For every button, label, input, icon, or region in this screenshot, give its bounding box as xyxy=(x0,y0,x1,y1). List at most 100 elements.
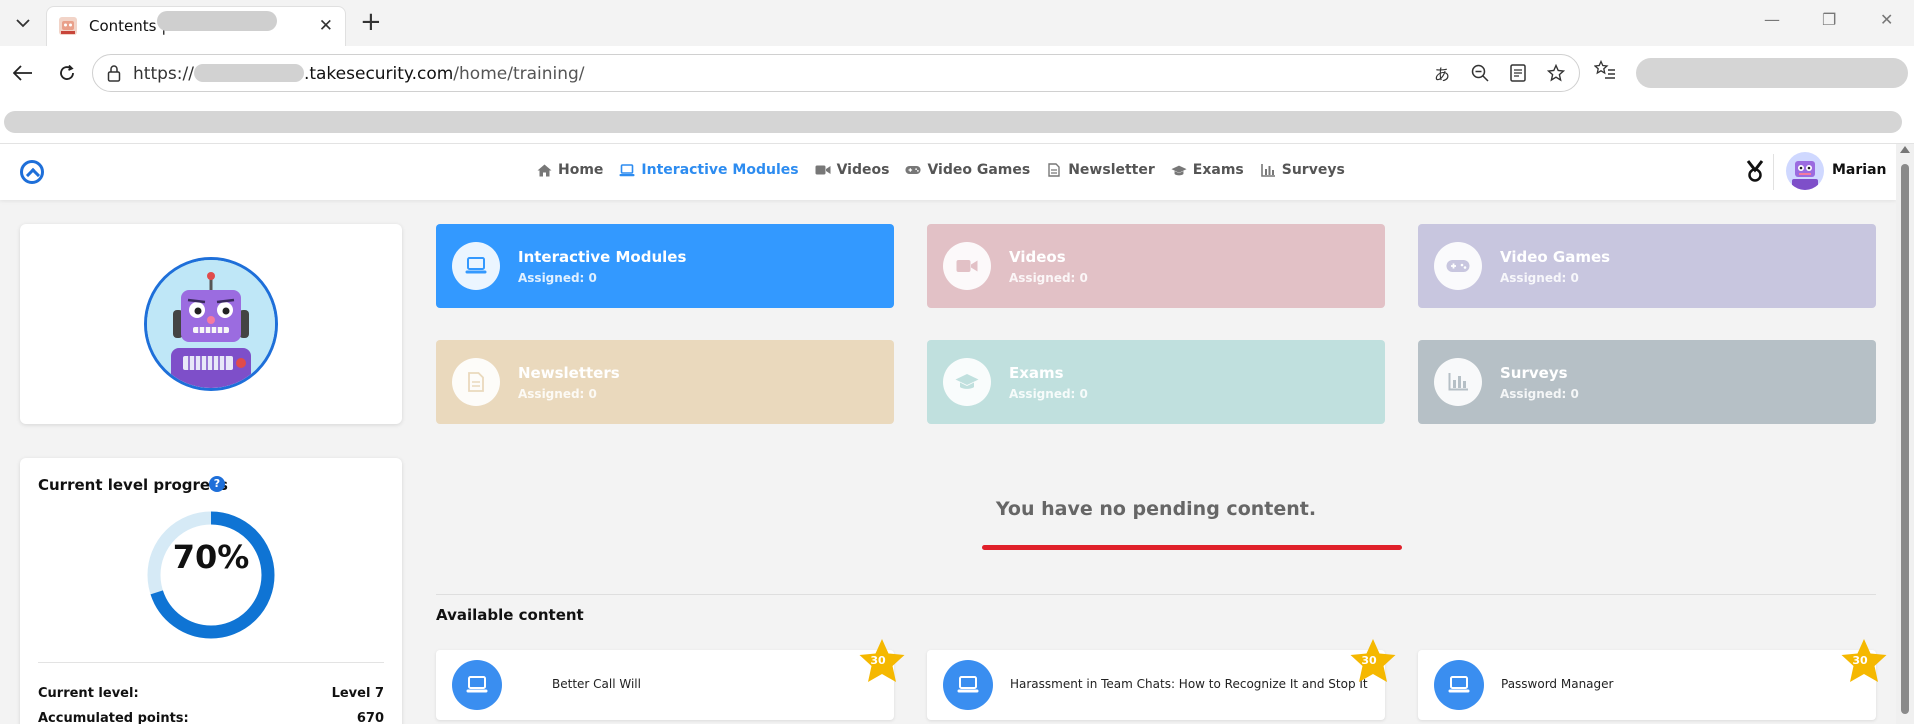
home-icon xyxy=(536,163,552,177)
menu-item-newsletter[interactable]: Newsletter xyxy=(1046,162,1155,178)
redacted-bookmarks xyxy=(4,111,1902,133)
menu-label-videos: Videos xyxy=(836,162,890,178)
menu-label-video-games: Video Games xyxy=(927,162,1031,178)
bar-chart-icon xyxy=(1260,163,1276,177)
laptop-icon xyxy=(452,660,502,710)
document-icon xyxy=(452,358,500,406)
tab-list-chevron-icon[interactable] xyxy=(10,10,36,36)
url-host: .takesecurity.com xyxy=(303,64,454,84)
points-badge: 30 xyxy=(1361,654,1377,667)
page-viewport: Home Interactive Modules Videos Video Ga… xyxy=(0,144,1896,724)
new-tab-plus-icon[interactable]: + xyxy=(360,9,382,35)
favorites-list-icon[interactable] xyxy=(1593,59,1616,84)
reload-icon[interactable] xyxy=(54,60,80,86)
lock-icon[interactable] xyxy=(107,64,121,86)
menu-item-home[interactable]: Home xyxy=(536,162,603,178)
category-tile-interactive-modules[interactable]: Interactive Modules Assigned: 0 xyxy=(436,224,894,308)
level-progress-card: Current level progress ? 70% Current lev… xyxy=(20,458,402,724)
points-value: 670 xyxy=(356,711,384,724)
content-card[interactable]: Harassment in Team Chats: How to Recogni… xyxy=(927,639,1396,720)
favorite-star-icon[interactable] xyxy=(1545,62,1567,84)
back-arrow-icon[interactable] xyxy=(10,60,36,86)
tab-title: Contents | xyxy=(89,17,167,35)
category-tile-newsletters[interactable]: Newsletters Assigned: 0 xyxy=(436,340,894,424)
minimize-icon[interactable]: — xyxy=(1764,10,1780,29)
scroll-up-arrow-icon[interactable] xyxy=(1900,146,1910,153)
progress-percent: 70% xyxy=(172,538,250,576)
menu-item-exams[interactable]: Exams xyxy=(1171,162,1244,178)
category-tile-exams[interactable]: Exams Assigned: 0 xyxy=(927,340,1385,424)
menu-item-videos[interactable]: Videos xyxy=(815,162,890,178)
menu-item-surveys[interactable]: Surveys xyxy=(1260,162,1345,178)
redacted-subdomain xyxy=(193,64,304,82)
tab-close-icon[interactable]: ✕ xyxy=(319,16,333,36)
category-tile-surveys[interactable]: Surveys Assigned: 0 xyxy=(1418,340,1876,424)
gamepad-icon xyxy=(905,163,922,177)
category-assigned: Assigned: 0 xyxy=(1009,271,1088,285)
laptop-icon xyxy=(619,163,635,177)
site-favicon-icon xyxy=(57,15,93,53)
content-card[interactable]: Password Manager 30 xyxy=(1418,639,1887,720)
current-level-label: Current level: xyxy=(38,686,139,701)
menu-label-interactive-modules: Interactive Modules xyxy=(641,162,799,178)
bookmarks-bar xyxy=(0,100,1914,144)
user-name[interactable]: Marian xyxy=(1832,162,1887,178)
category-name: Exams xyxy=(1009,364,1064,382)
laptop-icon xyxy=(452,242,500,290)
current-level-row: Current level: Level 7 xyxy=(38,686,384,701)
menu-item-interactive-modules[interactable]: Interactive Modules xyxy=(619,162,799,178)
video-camera-icon xyxy=(815,163,831,177)
category-name: Interactive Modules xyxy=(518,248,687,266)
site-logo-icon[interactable] xyxy=(20,160,44,184)
close-window-icon[interactable]: ✕ xyxy=(1880,10,1893,29)
category-assigned: Assigned: 0 xyxy=(518,387,597,401)
browser-tab-bar: Contents | ✕ + — ❐ ✕ xyxy=(0,0,1914,53)
url-text[interactable]: https:// .takesecurity.com/home/training/ xyxy=(133,64,585,84)
page-scrollbar[interactable] xyxy=(1896,144,1914,724)
user-avatar[interactable] xyxy=(1786,152,1824,190)
content-title: Password Manager xyxy=(1501,677,1614,691)
translate-icon[interactable]: あ xyxy=(1431,62,1453,84)
reader-view-icon[interactable] xyxy=(1507,62,1529,84)
section-separator xyxy=(436,594,1876,595)
category-name: Videos xyxy=(1009,248,1066,266)
level-divider xyxy=(38,662,384,663)
document-icon xyxy=(1046,163,1062,177)
category-name: Video Games xyxy=(1500,248,1611,266)
address-bar[interactable]: https:// .takesecurity.com/home/training/… xyxy=(92,54,1580,92)
category-tile-video-games[interactable]: Video Games Assigned: 0 xyxy=(1418,224,1876,308)
gamepad-icon xyxy=(1434,242,1482,290)
menu-label-newsletter: Newsletter xyxy=(1068,162,1155,178)
category-tile-videos[interactable]: Videos Assigned: 0 xyxy=(927,224,1385,308)
restore-icon[interactable]: ❐ xyxy=(1822,10,1836,29)
laptop-icon xyxy=(1434,660,1484,710)
menu-label-exams: Exams xyxy=(1192,162,1244,178)
scroll-thumb[interactable] xyxy=(1901,164,1909,714)
content-card[interactable]: Better Call Will 30 xyxy=(436,639,905,720)
zoom-out-icon[interactable] xyxy=(1469,62,1491,84)
redacted-tab-text xyxy=(157,11,277,31)
redacted-profile-area xyxy=(1636,58,1908,88)
main-menu: Home Interactive Modules Videos Video Ga… xyxy=(536,162,1345,178)
content-title: Better Call Will xyxy=(552,677,641,691)
points-row: Accumulated points: 670 xyxy=(38,711,384,724)
points-label: Accumulated points: xyxy=(38,711,189,724)
category-name: Surveys xyxy=(1500,364,1568,382)
content-title: Harassment in Team Chats: How to Recogni… xyxy=(1010,677,1368,691)
graduation-cap-icon xyxy=(943,358,991,406)
points-badge: 30 xyxy=(1852,654,1868,667)
nav-divider xyxy=(1773,154,1774,190)
points-badge: 30 xyxy=(870,654,886,667)
category-assigned: Assigned: 0 xyxy=(1500,387,1579,401)
no-pending-message: You have no pending content. xyxy=(995,498,1317,520)
medal-icon[interactable] xyxy=(1746,160,1764,187)
site-top-nav: Home Interactive Modules Videos Video Ga… xyxy=(0,144,1896,200)
video-camera-icon xyxy=(943,242,991,290)
avatar-card xyxy=(20,224,402,424)
menu-item-video-games[interactable]: Video Games xyxy=(905,162,1030,178)
menu-label-surveys: Surveys xyxy=(1281,162,1345,178)
category-name: Newsletters xyxy=(518,364,620,382)
browser-tab[interactable]: Contents | ✕ xyxy=(46,6,346,53)
current-level-value: Level 7 xyxy=(331,686,384,701)
help-question-icon[interactable]: ? xyxy=(209,476,225,492)
